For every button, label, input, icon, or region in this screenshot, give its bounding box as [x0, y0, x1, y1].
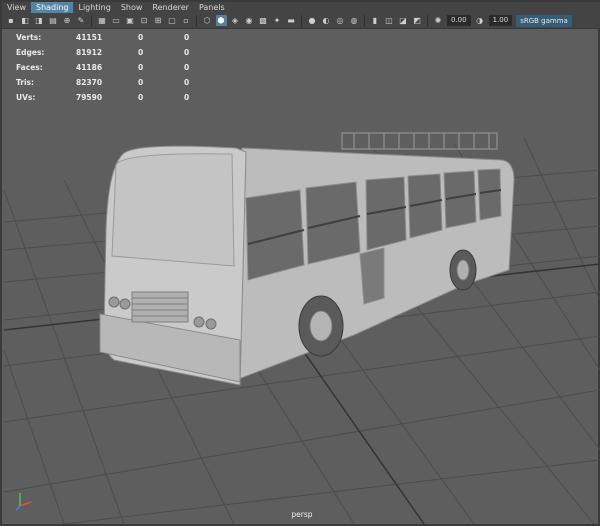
menu-show[interactable]: Show: [116, 2, 148, 13]
wireframe-icon[interactable]: ⬡: [202, 15, 213, 26]
field-chart-icon[interactable]: ⊞: [153, 15, 164, 26]
anti-aliasing-icon[interactable]: ◎: [335, 15, 346, 26]
heads-up-poly-count: Verts: 41151 0 0 Edges: 81912 0 0 Faces:…: [16, 30, 204, 105]
stat-row-faces: Faces: 41186 0 0: [16, 63, 190, 72]
menu-panels[interactable]: Panels: [194, 2, 230, 13]
smooth-shade-icon[interactable]: ⬢: [215, 15, 227, 26]
camera-label: persp: [291, 510, 313, 519]
front-grille: [131, 291, 189, 323]
lights-icon[interactable]: ✦: [272, 15, 283, 26]
safe-action-icon[interactable]: ▢: [167, 15, 178, 26]
gamma-field[interactable]: 1.00: [488, 15, 513, 26]
stat-row-uvs: UVs: 79590 0 0: [16, 93, 190, 102]
door: [359, 247, 385, 305]
toolbar-separator: [364, 14, 365, 27]
image-plane-icon[interactable]: ▤: [48, 15, 59, 26]
toolbar-separator: [91, 14, 92, 27]
stat-row-edges: Edges: 81912 0 0: [16, 48, 190, 57]
isolate-select-icon[interactable]: ▮: [370, 15, 381, 26]
toolbar-separator: [196, 14, 197, 27]
menu-shading[interactable]: Shading: [30, 2, 74, 13]
xray-components-icon[interactable]: ◩: [412, 15, 423, 26]
select-camera-icon[interactable]: ▪: [6, 15, 17, 26]
front-wheel: [298, 295, 344, 357]
color-space-dropdown[interactable]: sRGB gamma: [516, 14, 572, 27]
stat-row-tris: Tris: 82370 0 0: [16, 78, 190, 87]
shadows-icon[interactable]: ▬: [286, 15, 297, 26]
resolution-gate-icon[interactable]: ▣: [125, 15, 136, 26]
rear-wheel: [449, 249, 477, 291]
motion-blur-icon[interactable]: ◐: [321, 15, 332, 26]
bookmarks-icon[interactable]: ◨: [34, 15, 45, 26]
stat-row-verts: Verts: 41151 0 0: [16, 33, 190, 42]
wireframe-on-shaded-icon[interactable]: ◈: [230, 15, 241, 26]
roof-rack: [341, 132, 498, 150]
gamma-icon[interactable]: ◑: [474, 15, 485, 26]
two-d-pan-zoom-icon[interactable]: ⊕: [62, 15, 73, 26]
xray-joints-icon[interactable]: ◪: [398, 15, 409, 26]
bus-model[interactable]: [99, 132, 515, 386]
exposure-field[interactable]: 0.00: [447, 15, 471, 26]
toolbar-separator: [301, 14, 302, 27]
toolbar-separator: [427, 14, 428, 27]
grease-pencil-icon[interactable]: ✎: [76, 15, 87, 26]
gate-mask-icon[interactable]: ⊡: [139, 15, 150, 26]
film-gate-icon[interactable]: ▭: [111, 15, 122, 26]
xray-icon[interactable]: ◫: [384, 15, 395, 26]
viewport-panel[interactable]: View Shading Lighting Show Renderer Pane…: [0, 0, 600, 526]
default-material-icon[interactable]: ◉: [244, 15, 255, 26]
panel-menubar: View Shading Lighting Show Renderer Pane…: [2, 2, 600, 13]
menu-renderer[interactable]: Renderer: [147, 2, 194, 13]
depth-of-field-icon[interactable]: ◍: [349, 15, 360, 26]
exposure-icon[interactable]: ✺: [433, 15, 444, 26]
grid-icon[interactable]: ▦: [97, 15, 108, 26]
safe-title-icon[interactable]: ▫: [181, 15, 192, 26]
view-axis-icon: [15, 493, 32, 511]
camera-attributes-icon[interactable]: ◧: [20, 15, 31, 26]
panel-toolbar: ▪ ◧ ◨ ▤ ⊕ ✎ ▦ ▭ ▣ ⊡ ⊞ ▢ ▫ ⬡ ⬢ ◈ ◉ ▩ ✦ ▬ …: [2, 13, 600, 29]
menu-view[interactable]: View: [2, 2, 31, 13]
screen-space-ao-icon[interactable]: ●: [307, 15, 318, 26]
textured-icon[interactable]: ▩: [258, 15, 269, 26]
menu-lighting[interactable]: Lighting: [73, 2, 115, 13]
